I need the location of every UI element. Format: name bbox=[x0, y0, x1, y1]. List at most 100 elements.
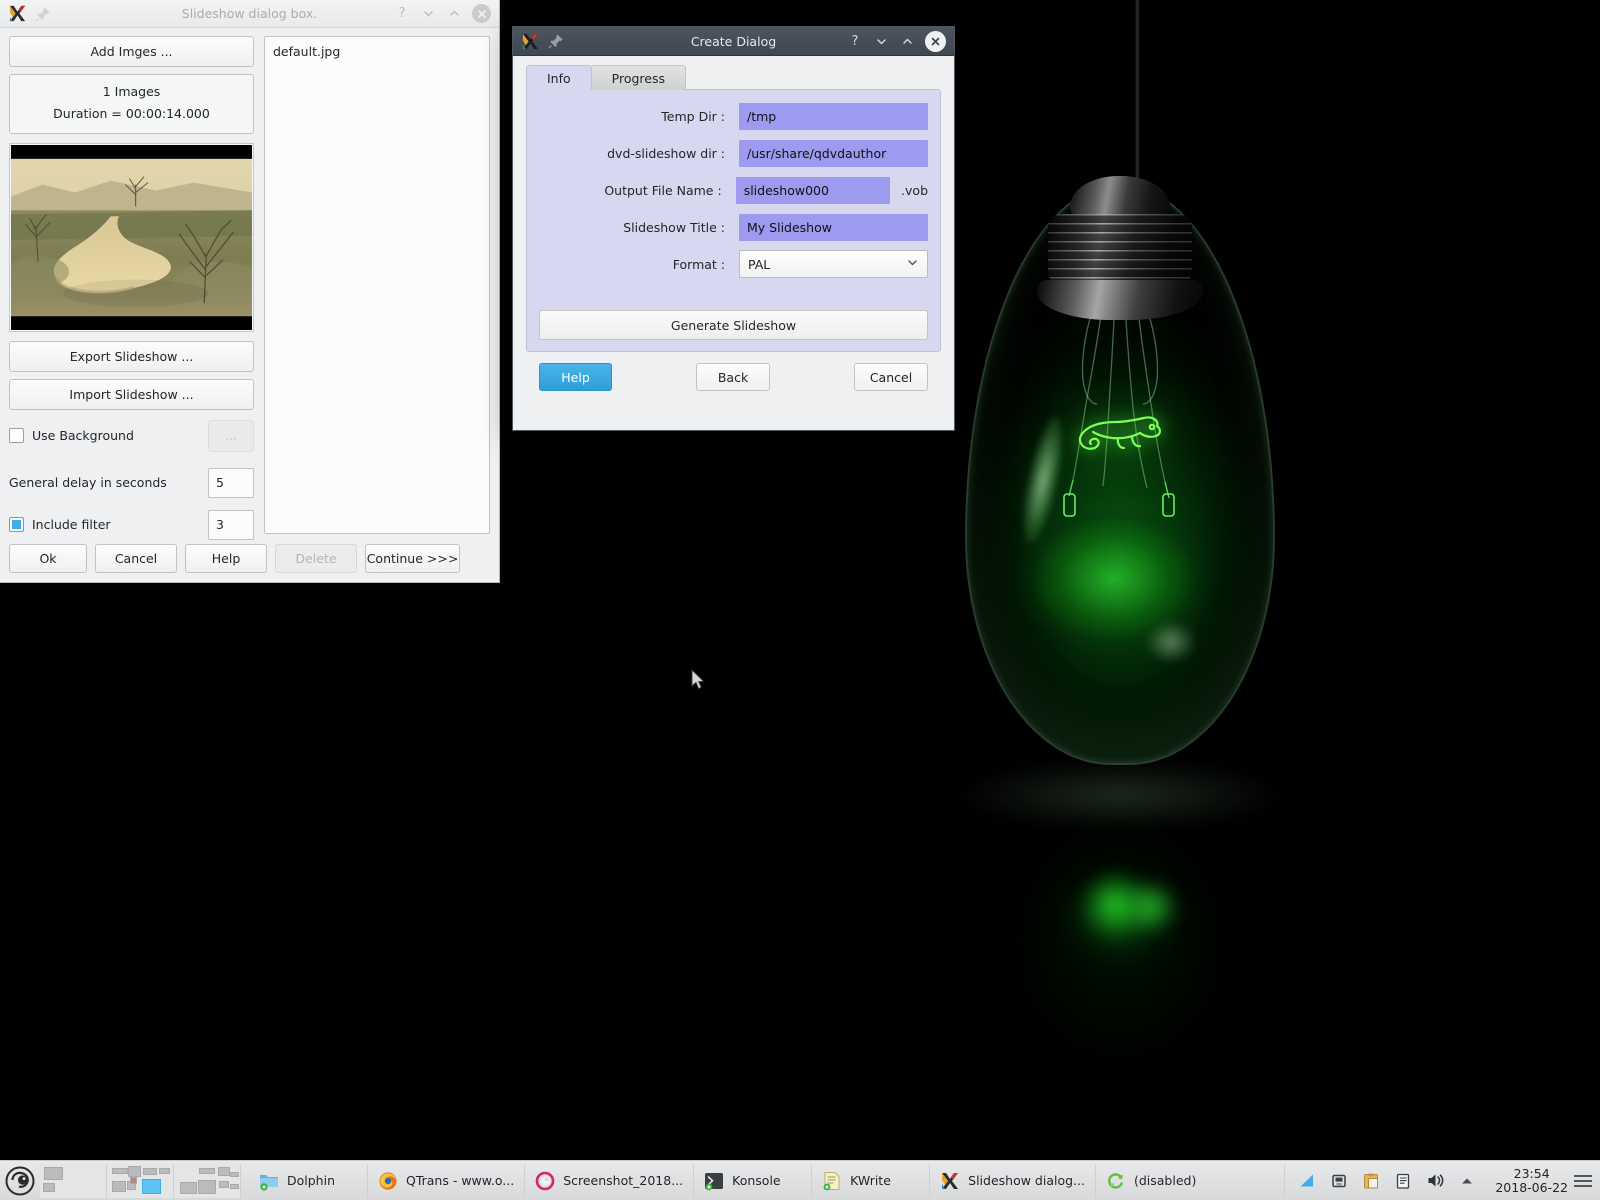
list-item[interactable]: default.jpg bbox=[273, 44, 481, 59]
clipboard-icon[interactable] bbox=[1361, 1171, 1381, 1191]
clock-date: 2018-06-22 bbox=[1495, 1179, 1568, 1195]
qdvdauthor-icon bbox=[522, 33, 539, 49]
background-browse-button[interactable]: ... bbox=[208, 419, 254, 452]
temp-dir-label: Temp Dir : bbox=[661, 108, 725, 124]
help-titlebar-button[interactable]: ? bbox=[847, 33, 863, 49]
task-screenshot[interactable]: Screenshot_2018... bbox=[524, 1163, 693, 1198]
tab-progress[interactable]: Progress bbox=[590, 65, 687, 90]
delete-button: Delete bbox=[275, 544, 357, 573]
task-disabled[interactable]: (disabled) bbox=[1094, 1163, 1213, 1198]
output-file-name-input[interactable]: slideshow000 bbox=[735, 176, 891, 204]
pin-icon[interactable] bbox=[35, 6, 51, 22]
minimize-titlebar-button[interactable] bbox=[873, 33, 889, 49]
format-label: Format : bbox=[672, 256, 725, 272]
include-filter-checkbox[interactable] bbox=[9, 517, 24, 533]
task-dolphin[interactable]: Dolphin bbox=[249, 1164, 367, 1198]
add-images-button[interactable]: Add Imges ... bbox=[9, 36, 254, 67]
dvd-slideshow-dir-input[interactable]: /usr/share/qdvdauthor bbox=[739, 139, 928, 167]
ok-button[interactable]: Ok bbox=[9, 544, 87, 573]
clock[interactable]: 23:54 2018-06-22 bbox=[1489, 1165, 1574, 1195]
window-slideshow-dialog[interactable]: Slideshow dialog box. ? Add Imges ... 1 … bbox=[0, 0, 500, 583]
field-row-output-file-name: Output File Name : slideshow000 .vob bbox=[539, 176, 928, 204]
cancel-button[interactable]: Cancel bbox=[95, 544, 177, 573]
help-button[interactable]: Help bbox=[539, 363, 613, 391]
bulb-reflection-core-2 bbox=[1125, 878, 1177, 936]
cancel-button[interactable]: Cancel bbox=[854, 363, 928, 391]
desktop-pager[interactable] bbox=[40, 1163, 241, 1198]
generate-slideshow-button[interactable]: Generate Slideshow bbox=[539, 310, 928, 340]
image-file-list[interactable]: default.jpg bbox=[264, 36, 490, 534]
format-select[interactable]: PAL bbox=[739, 250, 928, 278]
back-button[interactable]: Back bbox=[696, 363, 771, 391]
task-label: Screenshot_2018... bbox=[563, 1173, 684, 1188]
export-slideshow-button[interactable]: Export Slideshow ... bbox=[9, 340, 254, 372]
bulb-filament-wires bbox=[1063, 300, 1175, 517]
import-slideshow-button[interactable]: Import Slideshow ... bbox=[9, 378, 254, 410]
pin-icon[interactable] bbox=[548, 33, 564, 49]
output-file-name-label: Output File Name : bbox=[604, 182, 722, 198]
slideshow-title-input[interactable]: My Slideshow bbox=[739, 213, 928, 241]
maximize-titlebar-button[interactable] bbox=[899, 33, 915, 49]
task-list: Dolphin QTrans - www.o... Screenshot_201… bbox=[249, 1163, 1284, 1198]
preview-thumbnail-frame[interactable] bbox=[9, 142, 254, 332]
konsole-terminal-icon bbox=[705, 1172, 724, 1190]
info-tab-pane: Temp Dir : /tmp dvd-slideshow dir : /usr… bbox=[526, 89, 941, 352]
use-background-label: Use Background bbox=[32, 428, 134, 444]
usb-drive-icon[interactable] bbox=[1329, 1171, 1349, 1191]
create-dialog-footer: Help Back Cancel bbox=[526, 352, 941, 391]
clock-time: 23:54 bbox=[1513, 1165, 1550, 1181]
landscape-photo-image bbox=[11, 144, 252, 330]
pager-desktop-3[interactable] bbox=[174, 1163, 241, 1198]
help-titlebar-button[interactable]: ? bbox=[394, 6, 410, 22]
taskbar[interactable]: Dolphin QTrans - www.o... Screenshot_201… bbox=[0, 1160, 1600, 1200]
slideshow-title-label: Slideshow Title : bbox=[623, 219, 725, 235]
field-row-temp-dir: Temp Dir : /tmp bbox=[539, 102, 928, 130]
close-titlebar-button[interactable] bbox=[925, 30, 946, 52]
task-label: Konsole bbox=[732, 1173, 781, 1188]
create-dialog-tabbar: Info Progress bbox=[526, 65, 941, 90]
help-button[interactable]: Help bbox=[185, 544, 267, 573]
pager-desktop-1[interactable] bbox=[40, 1163, 107, 1198]
dolphin-folder-icon bbox=[260, 1174, 278, 1191]
system-tray bbox=[1285, 1164, 1489, 1198]
minimize-titlebar-button[interactable] bbox=[420, 6, 436, 22]
task-konsole[interactable]: Konsole bbox=[693, 1163, 811, 1198]
general-delay-row: General delay in seconds 5 bbox=[9, 467, 254, 498]
tab-info[interactable]: Info bbox=[526, 65, 592, 90]
slideshow-info-box: 1 Images Duration = 00:00:14.000 bbox=[9, 74, 254, 134]
continue-button[interactable]: Continue >>> bbox=[365, 544, 460, 573]
titlebar-create-dialog[interactable]: Create Dialog ? bbox=[513, 27, 954, 56]
duration-label: Duration = 00:00:14.000 bbox=[53, 105, 210, 121]
bulb-cord bbox=[1135, 0, 1140, 182]
general-delay-input[interactable]: 5 bbox=[208, 467, 254, 498]
task-qtrans-firefox[interactable]: QTrans - www.o... bbox=[367, 1163, 524, 1198]
hamburger-menu-icon[interactable] bbox=[1574, 1170, 1592, 1192]
refresh-arrows-icon bbox=[1108, 1172, 1124, 1189]
wallpaper-lightbulb bbox=[930, 0, 1350, 1150]
show-hidden-arrow-icon[interactable] bbox=[1457, 1171, 1477, 1191]
use-background-row: Use Background ... bbox=[9, 419, 254, 452]
output-file-extension-label: .vob bbox=[901, 182, 928, 198]
bulb-metal-base bbox=[1035, 176, 1205, 321]
temp-dir-input[interactable]: /tmp bbox=[739, 102, 928, 130]
image-viewer-icon bbox=[535, 1171, 555, 1190]
slideshow-left-panel: Add Imges ... 1 Images Duration = 00:00:… bbox=[9, 36, 254, 582]
notes-icon[interactable] bbox=[1393, 1171, 1413, 1191]
maximize-titlebar-button[interactable] bbox=[446, 6, 462, 22]
field-row-slideshow-title: Slideshow Title : My Slideshow bbox=[539, 213, 928, 241]
preview-thumbnail[interactable] bbox=[11, 144, 252, 330]
titlebar-slideshow[interactable]: Slideshow dialog box. ? bbox=[0, 0, 499, 28]
close-titlebar-button[interactable] bbox=[472, 4, 491, 23]
use-background-checkbox[interactable] bbox=[9, 428, 24, 444]
window-create-dialog[interactable]: Create Dialog ? Info Progress Temp Dir :… bbox=[512, 26, 955, 431]
network-signal-icon[interactable] bbox=[1297, 1171, 1317, 1191]
chevron-down-icon bbox=[906, 256, 919, 272]
task-kwrite[interactable]: KWrite bbox=[811, 1163, 929, 1198]
pager-desktop-2[interactable] bbox=[107, 1163, 174, 1198]
volume-icon[interactable] bbox=[1425, 1171, 1445, 1191]
opensuse-menu-icon[interactable] bbox=[3, 1164, 37, 1198]
images-count-label: 1 Images bbox=[102, 84, 161, 99]
task-slideshow-dialog[interactable]: Slideshow dialog... bbox=[929, 1163, 1095, 1198]
field-row-format: Format : PAL bbox=[539, 250, 928, 278]
format-selected-value: PAL bbox=[748, 256, 771, 272]
